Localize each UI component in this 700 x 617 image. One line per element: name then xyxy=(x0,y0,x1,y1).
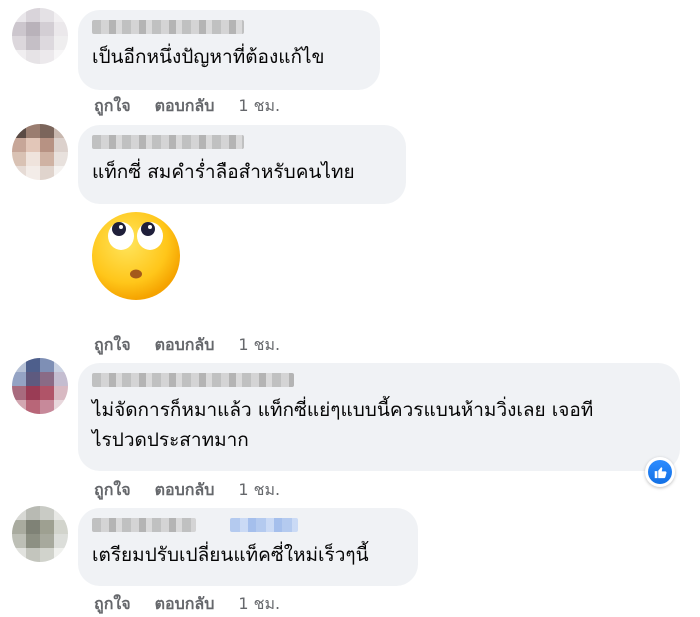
comment-text: เป็นอีกหนึ่งปัญหาที่ต้องแก้ไข xyxy=(92,46,325,68)
timestamp[interactable]: 1 ชม. xyxy=(238,94,280,119)
like-link[interactable]: ถูกใจ xyxy=(94,478,131,503)
like-icon xyxy=(654,467,667,479)
like-link[interactable]: ถูกใจ xyxy=(94,333,131,358)
reply-link[interactable]: ตอบกลับ xyxy=(155,478,215,503)
comment-actions: ถูกใจ ตอบกลับ 1 ชม. xyxy=(94,479,280,501)
comment-bubble: เป็นอีกหนึ่งปัญหาที่ต้องแก้ไข xyxy=(78,10,380,90)
comment-bubble: ไม่จัดการก็หมาแล้ว แท็กซี่แย่ๆแบบนี้ควรแ… xyxy=(78,363,680,471)
author-row xyxy=(92,518,404,540)
comment-actions: ถูกใจ ตอบกลับ 1 ชม. xyxy=(94,593,280,615)
comment-text: ไม่จัดการก็หมาแล้ว แท็กซี่แย่ๆแบบนี้ควรแ… xyxy=(92,399,594,451)
reply-link[interactable]: ตอบกลับ xyxy=(155,94,215,119)
author-name[interactable] xyxy=(92,135,244,149)
reply-link[interactable]: ตอบกลับ xyxy=(155,592,215,617)
avatar[interactable] xyxy=(12,506,68,562)
eyes-rolling-emoji-icon[interactable] xyxy=(88,206,184,302)
reply-link[interactable]: ตอบกลับ xyxy=(155,333,215,358)
tagged-name[interactable] xyxy=(230,518,298,532)
author-name[interactable] xyxy=(92,373,294,387)
comment-bubble: แท็กซี่ สมคำร่ำลือสำหรับคนไทย xyxy=(78,125,406,204)
comment-text: เตรียมปรับเปลี่ยนแท็คซี่ใหม่เร็วๆนี้ xyxy=(92,544,369,566)
comment-bubble: เตรียมปรับเปลี่ยนแท็คซี่ใหม่เร็วๆนี้ xyxy=(78,508,418,586)
comment-actions: ถูกใจ ตอบกลับ 1 ชม. xyxy=(94,95,280,117)
avatar[interactable] xyxy=(12,358,68,414)
author-name[interactable] xyxy=(92,518,196,532)
timestamp[interactable]: 1 ชม. xyxy=(238,592,280,617)
avatar[interactable] xyxy=(12,8,68,64)
reaction-badge[interactable] xyxy=(645,457,675,487)
avatar[interactable] xyxy=(12,124,68,180)
author-name[interactable] xyxy=(92,20,244,34)
timestamp[interactable]: 1 ชม. xyxy=(238,478,280,503)
comment-text: แท็กซี่ สมคำร่ำลือสำหรับคนไทย xyxy=(92,161,355,183)
like-link[interactable]: ถูกใจ xyxy=(94,94,131,119)
like-link[interactable]: ถูกใจ xyxy=(94,592,131,617)
comment-actions: ถูกใจ ตอบกลับ 1 ชม. xyxy=(94,334,280,356)
timestamp[interactable]: 1 ชม. xyxy=(238,333,280,358)
